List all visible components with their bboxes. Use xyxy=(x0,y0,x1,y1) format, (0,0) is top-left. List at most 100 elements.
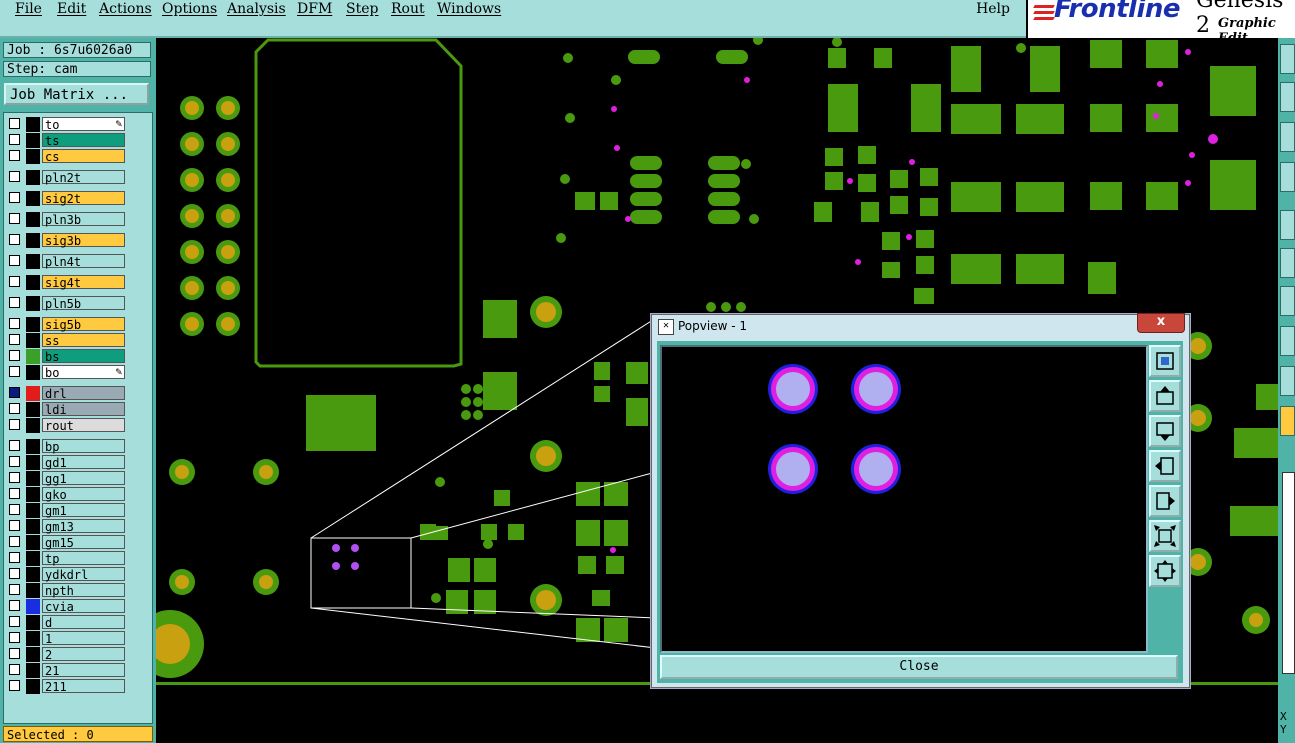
layer-name[interactable]: sig2t xyxy=(42,191,125,206)
layer-checkbox[interactable] xyxy=(9,213,20,224)
layer-name[interactable]: bo ✎ xyxy=(42,365,125,380)
menu-help[interactable]: Help xyxy=(976,1,1010,17)
layer-row-ydkdrl[interactable]: ydkdrl xyxy=(6,567,148,582)
layer-name[interactable]: ss xyxy=(42,333,125,348)
layer-checkbox[interactable] xyxy=(9,616,20,627)
layer-name[interactable]: 1 xyxy=(42,631,125,646)
layer-color-swatch[interactable] xyxy=(26,503,40,518)
layer-row-pln4t[interactable]: pln4t xyxy=(6,254,148,269)
layer-name[interactable]: gg1 xyxy=(42,471,125,486)
layer-checkbox[interactable] xyxy=(9,419,20,430)
layer-row-sig5b[interactable]: sig5b xyxy=(6,317,148,332)
layer-name[interactable]: sig5b xyxy=(42,317,125,332)
layer-checkbox[interactable] xyxy=(9,504,20,515)
layer-row-2[interactable]: 2 xyxy=(6,647,148,662)
menu-windows[interactable]: Windows xyxy=(437,1,501,17)
layer-color-swatch[interactable] xyxy=(26,275,40,290)
tool-button[interactable] xyxy=(1280,82,1295,112)
layer-row-ss[interactable]: ss xyxy=(6,333,148,348)
layer-checkbox[interactable] xyxy=(9,600,20,611)
pan-down-button[interactable] xyxy=(1149,415,1181,447)
layer-color-swatch[interactable] xyxy=(26,455,40,470)
layer-name[interactable]: pln4t xyxy=(42,254,125,269)
tool-button[interactable] xyxy=(1280,406,1295,436)
layer-row-drl[interactable]: drl xyxy=(6,386,148,401)
layer-checkbox[interactable] xyxy=(9,632,20,643)
layer-color-swatch[interactable] xyxy=(26,599,40,614)
menu-edit[interactable]: Edit xyxy=(57,1,86,17)
layer-row-211[interactable]: 211 xyxy=(6,679,148,694)
layer-color-swatch[interactable] xyxy=(26,333,40,348)
layer-row-ldi[interactable]: ldi xyxy=(6,402,148,417)
layer-checkbox[interactable] xyxy=(9,118,20,129)
close-icon[interactable]: x xyxy=(1137,313,1185,333)
layer-name[interactable]: gm1 xyxy=(42,503,125,518)
layer-color-swatch[interactable] xyxy=(26,191,40,206)
layer-color-swatch[interactable] xyxy=(26,365,40,380)
pan-left-button[interactable] xyxy=(1149,450,1181,482)
layer-row-rout[interactable]: rout xyxy=(6,418,148,433)
layer-color-swatch[interactable] xyxy=(26,535,40,550)
layer-row-gg1[interactable]: gg1 xyxy=(6,471,148,486)
layer-name[interactable]: gm15 xyxy=(42,535,125,550)
layer-color-swatch[interactable] xyxy=(26,317,40,332)
layer-color-swatch[interactable] xyxy=(26,149,40,164)
layer-name[interactable]: pln2t xyxy=(42,170,125,185)
layer-name[interactable]: ts xyxy=(42,133,125,148)
layer-color-swatch[interactable] xyxy=(26,631,40,646)
layer-checkbox[interactable] xyxy=(9,350,20,361)
layer-name[interactable]: cs xyxy=(42,149,125,164)
layer-checkbox[interactable] xyxy=(9,648,20,659)
layer-row-sig2t[interactable]: sig2t xyxy=(6,191,148,206)
layer-color-swatch[interactable] xyxy=(26,663,40,678)
layer-checkbox[interactable] xyxy=(9,255,20,266)
layer-row-gm1[interactable]: gm1 xyxy=(6,503,148,518)
layer-name[interactable]: gm13 xyxy=(42,519,125,534)
layer-color-swatch[interactable] xyxy=(26,170,40,185)
layer-checkbox[interactable] xyxy=(9,536,20,547)
layer-color-swatch[interactable] xyxy=(26,254,40,269)
layer-color-swatch[interactable] xyxy=(26,349,40,364)
pan-right-button[interactable] xyxy=(1149,485,1181,517)
job-matrix-button[interactable]: Job Matrix ... xyxy=(4,83,149,105)
layer-checkbox[interactable] xyxy=(9,387,20,398)
layer-row-pln5b[interactable]: pln5b xyxy=(6,296,148,311)
layer-row-to[interactable]: to ✎ xyxy=(6,117,148,132)
layer-row-bo[interactable]: bo ✎ xyxy=(6,365,148,380)
menu-rout[interactable]: Rout xyxy=(391,1,425,17)
layer-row-cs[interactable]: cs xyxy=(6,149,148,164)
layer-name[interactable]: bs xyxy=(42,349,125,364)
layer-name[interactable]: bp xyxy=(42,439,125,454)
layer-color-swatch[interactable] xyxy=(26,117,40,132)
layer-checkbox[interactable] xyxy=(9,134,20,145)
layer-row-npth[interactable]: npth xyxy=(6,583,148,598)
layer-checkbox[interactable] xyxy=(9,171,20,182)
layer-row-tp[interactable]: tp xyxy=(6,551,148,566)
layer-color-swatch[interactable] xyxy=(26,133,40,148)
layer-row-bs[interactable]: bs xyxy=(6,349,148,364)
layer-name[interactable]: drl xyxy=(42,386,125,401)
close-button[interactable]: Close xyxy=(660,655,1178,679)
layer-row-1[interactable]: 1 xyxy=(6,631,148,646)
layer-checkbox[interactable] xyxy=(9,403,20,414)
layer-name[interactable]: to ✎ xyxy=(42,117,125,132)
layer-color-swatch[interactable] xyxy=(26,212,40,227)
layer-checkbox[interactable] xyxy=(9,488,20,499)
layer-checkbox[interactable] xyxy=(9,440,20,451)
layer-name[interactable]: 211 xyxy=(42,679,125,694)
layer-checkbox[interactable] xyxy=(9,520,20,531)
layer-row-gko[interactable]: gko xyxy=(6,487,148,502)
tool-button[interactable] xyxy=(1280,210,1295,240)
layer-checkbox[interactable] xyxy=(9,568,20,579)
layer-row-bp[interactable]: bp xyxy=(6,439,148,454)
layer-row-gm15[interactable]: gm15 xyxy=(6,535,148,550)
menu-dfm[interactable]: DFM xyxy=(297,1,332,17)
layer-color-swatch[interactable] xyxy=(26,402,40,417)
layer-row-gd1[interactable]: gd1 xyxy=(6,455,148,470)
zoom-fit-button[interactable] xyxy=(1149,345,1181,377)
menu-actions[interactable]: Actions xyxy=(99,1,152,17)
layer-checkbox[interactable] xyxy=(9,276,20,287)
menu-file[interactable]: File xyxy=(15,1,42,17)
layer-row-pln2t[interactable]: pln2t xyxy=(6,170,148,185)
layer-color-swatch[interactable] xyxy=(26,567,40,582)
